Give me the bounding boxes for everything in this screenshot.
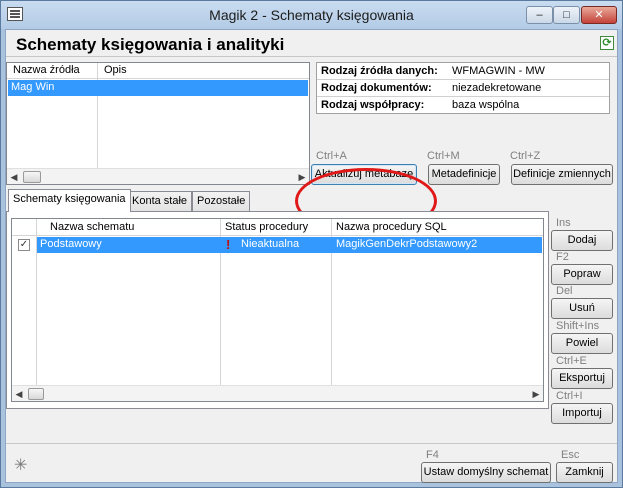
delete-button[interactable]: Usuń (551, 298, 613, 319)
sql-procedure-cell: MagikGenDekrPodstawowy2 (336, 238, 478, 250)
grid-horizontal-scrollbar[interactable]: ◀ ▶ (12, 385, 543, 401)
scroll-left-icon[interactable]: ◀ (7, 170, 21, 184)
footer-divider (6, 443, 617, 444)
add-button[interactable]: Dodaj (551, 230, 613, 251)
page-title: Schematy księgowania i analityki (16, 35, 285, 54)
procedure-status-cell: Nieaktualna (241, 238, 300, 250)
shortcut-hint: Ctrl+E (556, 355, 587, 367)
shortcut-hint: Shift+Ins (556, 320, 600, 332)
column-header-description[interactable]: Opis (104, 64, 127, 76)
title-bar[interactable]: Magik 2 - Schematy księgowania – □ ✕ (1, 1, 622, 29)
tab-schematy-ksiegowania[interactable]: Schematy księgowania (8, 189, 131, 212)
wait-cursor-icon: ✳ (14, 457, 28, 474)
close-button[interactable]: Zamknij (556, 462, 613, 483)
shortcut-hint: Del (556, 285, 573, 297)
main-window: Magik 2 - Schematy księgowania – □ ✕ Sch… (0, 0, 623, 488)
info-value: WFMAGWIN - MW (452, 65, 545, 77)
column-header-source-name[interactable]: Nazwa źródła (13, 64, 80, 76)
schemes-grid[interactable]: Nazwa schematu Status procedury Nazwa pr… (11, 218, 544, 402)
edit-button[interactable]: Popraw (551, 264, 613, 285)
warning-icon: ! (226, 237, 231, 252)
shortcut-hint: Esc (561, 449, 580, 461)
window-client-area: Schematy księgowania i analityki ⟳ Nazwa… (5, 29, 618, 483)
refresh-icon[interactable]: ⟳ (600, 36, 614, 50)
info-row-cooperation-type: Rodzaj współpracy: baza wspólna (317, 97, 609, 114)
export-button[interactable]: Eksportuj (551, 368, 613, 389)
heading-divider (6, 56, 617, 57)
tab-pozostale[interactable]: Pozostałe (192, 191, 251, 211)
column-header-procedure-status[interactable]: Status procedury (225, 221, 308, 233)
tab-konta-stale[interactable]: Konta stałe (127, 191, 193, 211)
grid-header: Nazwa schematu Status procedury Nazwa pr… (12, 219, 543, 236)
source-list-horizontal-scrollbar[interactable]: ◀ ▶ (7, 168, 309, 184)
info-label: Rodzaj źródła danych: (321, 65, 438, 77)
info-label: Rodzaj dokumentów: (321, 82, 432, 94)
close-window-button[interactable]: ✕ (581, 6, 617, 24)
table-row[interactable]: Podstawowy ! Nieaktualna MagikGenDekrPod… (37, 237, 542, 253)
source-name-cell: Mag Win (11, 81, 55, 93)
scrollbar-thumb[interactable] (23, 171, 41, 183)
scheme-name-cell: Podstawowy (40, 238, 102, 250)
import-button[interactable]: Importuj (551, 403, 613, 424)
shortcut-hint: Ctrl+M (427, 150, 460, 162)
shortcut-hint: Ctrl+A (316, 150, 347, 162)
source-info-panel: Rodzaj źródła danych: WFMAGWIN - MW Rodz… (316, 62, 610, 114)
column-header-sql-procedure[interactable]: Nazwa procedury SQL (336, 221, 447, 233)
shortcut-hint: Ctrl+Z (510, 150, 541, 162)
duplicate-button[interactable]: Powiel (551, 333, 613, 354)
shortcut-hint: F2 (556, 251, 569, 263)
shortcut-hint: Ctrl+I (556, 390, 583, 402)
maximize-button[interactable]: □ (553, 6, 580, 24)
column-header-scheme-name[interactable]: Nazwa schematu (50, 221, 134, 233)
tab-panel: Nazwa schematu Status procedury Nazwa pr… (6, 211, 549, 409)
set-default-scheme-button[interactable]: Ustaw domyślny schemat (421, 462, 551, 483)
info-row-source-type: Rodzaj źródła danych: WFMAGWIN - MW (317, 63, 609, 80)
source-list[interactable]: Nazwa źródła Opis Mag Win ◀ ▶ (6, 62, 310, 185)
source-list-header: Nazwa źródła Opis (7, 63, 309, 79)
info-row-document-type: Rodzaj dokumentów: niezadekretowane (317, 80, 609, 97)
scrollbar-thumb[interactable] (28, 388, 44, 400)
info-label: Rodzaj współpracy: (321, 99, 425, 111)
shortcut-hint: Ins (556, 217, 571, 229)
source-row-selected[interactable]: Mag Win (8, 80, 308, 96)
row-checkbox[interactable]: ✓ (18, 239, 30, 251)
variable-definitions-button[interactable]: Definicje zmiennych (511, 164, 613, 185)
shortcut-hint: F4 (426, 449, 439, 461)
column-divider (97, 63, 98, 168)
info-value: niezadekretowane (452, 82, 542, 94)
minimize-button[interactable]: – (526, 6, 553, 24)
metadefinitions-button[interactable]: Metadefinicje (428, 164, 500, 185)
info-value: baza wspólna (452, 99, 520, 111)
scroll-left-icon[interactable]: ◀ (12, 387, 26, 401)
scroll-right-icon[interactable]: ▶ (529, 387, 543, 401)
